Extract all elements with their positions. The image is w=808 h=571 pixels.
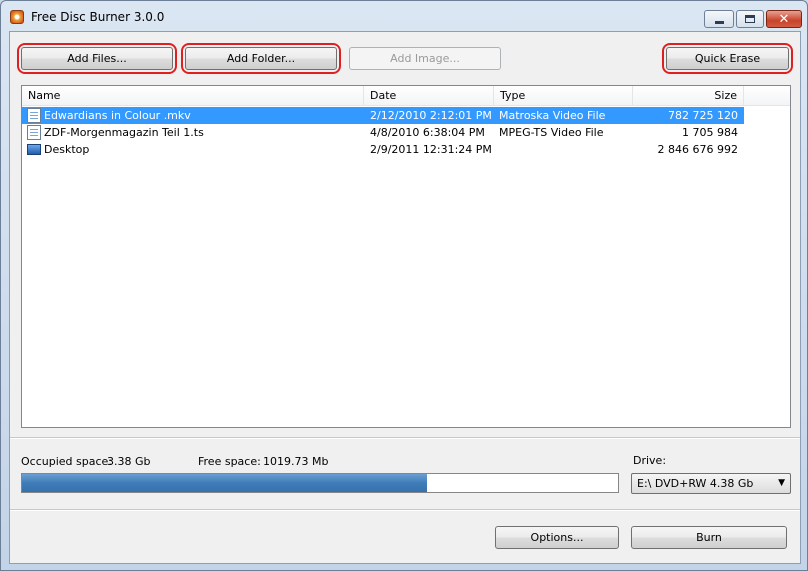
add-files-button[interactable]: Add Files... <box>21 47 173 70</box>
minimize-icon <box>714 20 724 24</box>
main-panel: Add Files... Add Folder... Add Image... … <box>9 31 801 564</box>
title-bar[interactable]: Free Disc Burner 3.0.0 ✕ <box>1 1 807 31</box>
maximize-icon <box>745 15 755 23</box>
drive-selected-value: E:\ DVD+RW 4.38 Gb <box>637 477 754 490</box>
file-size: 782 725 120 <box>668 109 738 122</box>
file-type: MPEG-TS Video File <box>499 126 604 139</box>
drive-select[interactable]: E:\ DVD+RW 4.38 Gb ▼ <box>631 473 791 494</box>
add-image-button[interactable]: Add Image... <box>349 47 501 70</box>
file-list-header: Name Date Type Size <box>22 86 790 106</box>
file-row[interactable]: Edwardians in Colour .mkv 2/12/2010 2:12… <box>22 107 744 124</box>
burn-button[interactable]: Burn <box>631 526 787 549</box>
file-date: 2/12/2010 2:12:01 PM <box>370 109 492 122</box>
column-header-date[interactable]: Date <box>364 86 494 106</box>
video-file-icon <box>27 125 41 140</box>
divider <box>10 438 800 439</box>
file-date: 4/8/2010 6:38:04 PM <box>370 126 485 139</box>
minimize-button[interactable] <box>704 10 734 28</box>
column-header-size[interactable]: Size <box>633 86 744 106</box>
chevron-down-icon: ▼ <box>778 478 785 488</box>
column-header-type[interactable]: Type <box>494 86 633 106</box>
free-space-value: 1019.73 Mb <box>263 455 329 468</box>
quick-erase-button[interactable]: Quick Erase <box>666 47 789 70</box>
disc-usage-fill <box>22 474 428 492</box>
file-type: Matroska Video File <box>499 109 606 122</box>
free-space-label: Free space: <box>198 455 261 468</box>
file-name: Desktop <box>44 143 90 156</box>
column-header-name[interactable]: Name <box>22 86 364 106</box>
disc-usage-bar <box>21 473 619 493</box>
folder-icon <box>27 144 41 155</box>
divider <box>10 510 800 511</box>
file-name: Edwardians in Colour .mkv <box>44 109 191 122</box>
add-folder-button[interactable]: Add Folder... <box>185 47 337 70</box>
file-list[interactable]: Name Date Type Size Edwardians in Colour… <box>21 85 791 428</box>
occupied-space-value: 3.38 Gb <box>107 455 151 468</box>
file-row[interactable]: ZDF-Morgenmagazin Teil 1.ts 4/8/2010 6:3… <box>22 124 744 141</box>
disc-burner-app-icon[interactable] <box>10 10 24 24</box>
app-window: Free Disc Burner 3.0.0 ✕ Add Files... Ad… <box>0 0 808 571</box>
close-icon: ✕ <box>778 11 790 27</box>
window-title: Free Disc Burner 3.0.0 <box>31 10 165 24</box>
file-date: 2/9/2011 12:31:24 PM <box>370 143 492 156</box>
maximize-button[interactable] <box>736 10 764 28</box>
file-size: 2 846 676 992 <box>657 143 738 156</box>
close-button[interactable]: ✕ <box>766 10 802 28</box>
occupied-space-label: Occupied space: <box>21 455 112 468</box>
drive-label: Drive: <box>633 454 667 467</box>
file-name: ZDF-Morgenmagazin Teil 1.ts <box>44 126 204 139</box>
file-row[interactable]: Desktop 2/9/2011 12:31:24 PM 2 846 676 9… <box>22 141 744 158</box>
video-file-icon <box>27 108 41 123</box>
options-button[interactable]: Options... <box>495 526 619 549</box>
file-size: 1 705 984 <box>682 126 738 139</box>
